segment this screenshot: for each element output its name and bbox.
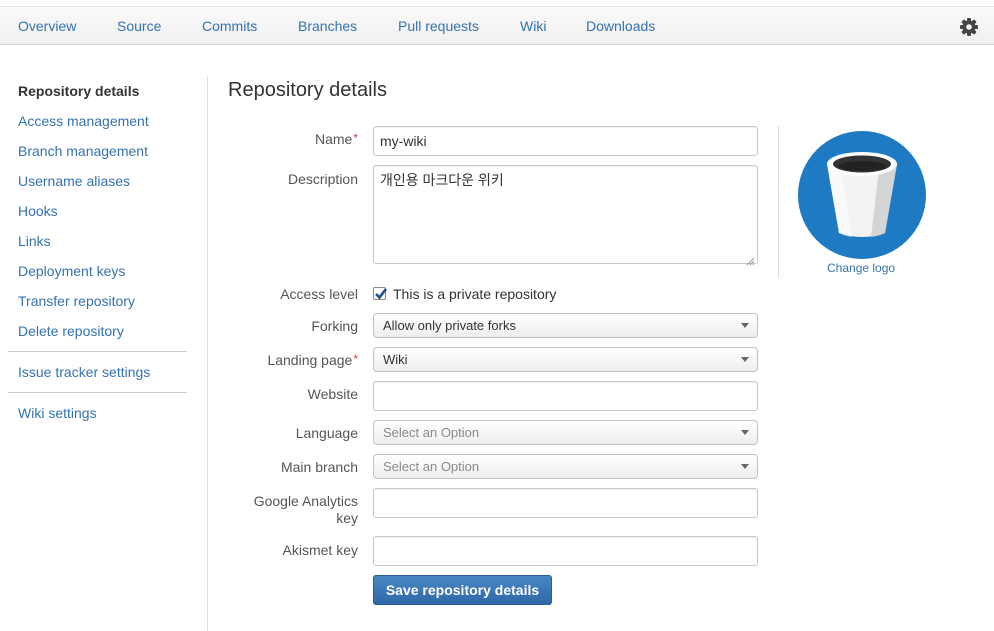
- repo-nav-bar: Overview Source Commits Branches Pull re…: [0, 6, 994, 53]
- page-title: Repository details: [228, 79, 387, 101]
- language-select[interactable]: Select an Option: [373, 420, 758, 445]
- forking-label: Forking: [311, 318, 358, 334]
- resize-grip-icon[interactable]: [746, 253, 755, 266]
- landing-page-label: Landing page*: [267, 352, 358, 368]
- access-level-label: Access level: [280, 286, 358, 302]
- google-analytics-field[interactable]: [373, 488, 758, 518]
- website-field[interactable]: [373, 381, 758, 411]
- logo-divider: [778, 126, 779, 278]
- landing-page-select-value: Wiki: [383, 352, 408, 367]
- description-label: Description: [287, 171, 358, 187]
- chevron-down-icon: [741, 430, 749, 435]
- name-label: Name*: [314, 131, 358, 147]
- akismet-key-field[interactable]: [373, 536, 758, 566]
- sidebar-item-hooks[interactable]: Hooks: [18, 203, 58, 219]
- sidebar-item-branch-management[interactable]: Branch management: [18, 143, 148, 159]
- name-field[interactable]: [373, 126, 758, 156]
- language-label: Language: [295, 425, 358, 441]
- private-repository-checkbox[interactable]: [373, 287, 388, 300]
- tab-overview[interactable]: Overview: [18, 18, 76, 34]
- gear-icon[interactable]: [958, 16, 980, 38]
- repository-logo[interactable]: [797, 131, 927, 259]
- description-field[interactable]: 개인용 마크다운 위키: [373, 165, 758, 264]
- sidebar-divider: [8, 351, 187, 352]
- chevron-down-icon: [741, 464, 749, 469]
- forking-select-value: Allow only private forks: [383, 318, 516, 333]
- tab-commits[interactable]: Commits: [202, 18, 257, 34]
- tab-downloads[interactable]: Downloads: [586, 18, 655, 34]
- sidebar-item-wiki-settings[interactable]: Wiki settings: [18, 405, 97, 421]
- chevron-down-icon: [741, 323, 749, 328]
- main-branch-select[interactable]: Select an Option: [373, 454, 758, 479]
- sidebar-item-username-aliases[interactable]: Username aliases: [18, 173, 130, 189]
- tab-pull-requests[interactable]: Pull requests: [398, 18, 479, 34]
- sidebar-item-transfer-repository[interactable]: Transfer repository: [18, 293, 135, 309]
- sidebar-item-links[interactable]: Links: [18, 233, 51, 249]
- sidebar-item-issue-tracker-settings[interactable]: Issue tracker settings: [18, 364, 150, 380]
- sidebar-item-access-management[interactable]: Access management: [18, 113, 149, 129]
- forking-select[interactable]: Allow only private forks: [373, 313, 758, 338]
- tab-branches[interactable]: Branches: [298, 18, 357, 34]
- google-analytics-label: Google Analytics key: [253, 493, 358, 526]
- sidebar-item-deployment-keys[interactable]: Deployment keys: [18, 263, 125, 279]
- tab-source[interactable]: Source: [117, 18, 161, 34]
- landing-page-select[interactable]: Wiki: [373, 347, 758, 372]
- language-select-value: Select an Option: [383, 425, 480, 440]
- private-repository-label[interactable]: This is a private repository: [393, 286, 556, 302]
- website-label: Website: [307, 386, 358, 402]
- chevron-down-icon: [741, 357, 749, 362]
- main-branch-select-value: Select an Option: [383, 459, 480, 474]
- content-divider: [207, 76, 208, 631]
- required-marker: *: [353, 131, 358, 145]
- sidebar-item-delete-repository[interactable]: Delete repository: [18, 323, 124, 339]
- tab-wiki[interactable]: Wiki: [520, 18, 546, 34]
- akismet-key-label: Akismet key: [282, 542, 358, 558]
- main-branch-label: Main branch: [280, 459, 358, 475]
- sidebar-divider: [8, 392, 187, 393]
- sidebar-item-repository-details[interactable]: Repository details: [18, 83, 139, 99]
- save-repository-details-button[interactable]: Save repository details: [373, 575, 552, 605]
- active-caret: [961, 46, 975, 53]
- required-marker: *: [353, 352, 358, 366]
- change-logo-link[interactable]: Change logo: [827, 261, 895, 275]
